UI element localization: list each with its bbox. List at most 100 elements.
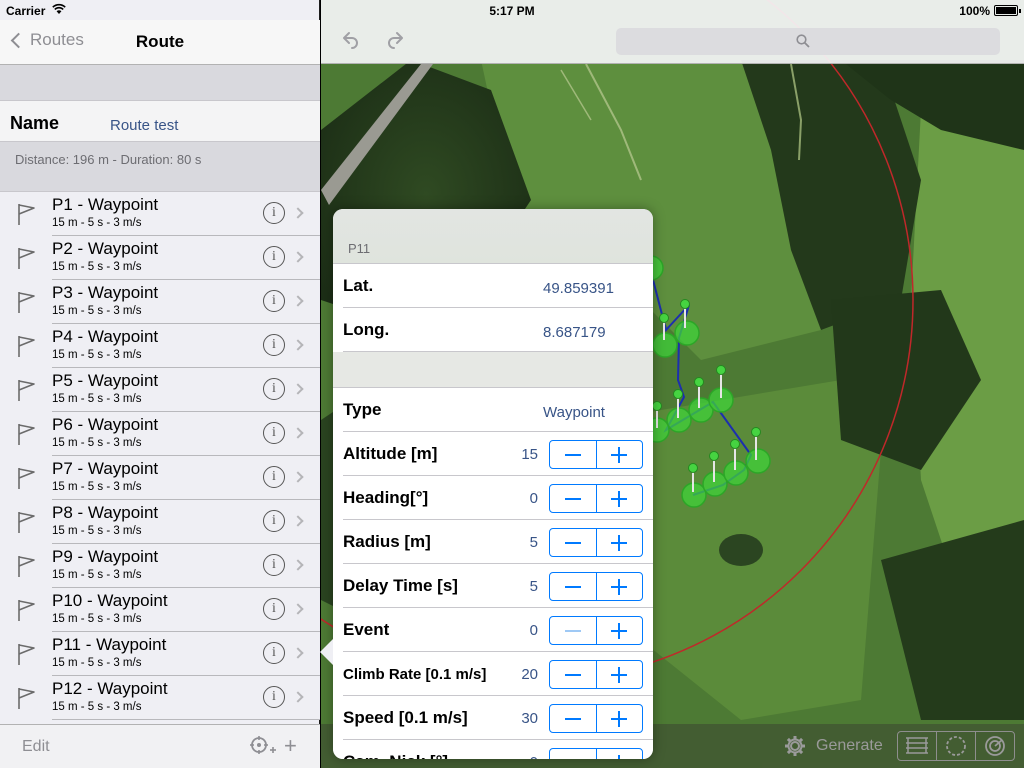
decrement-button[interactable] bbox=[550, 705, 597, 732]
waypoint-title: P1 - Waypoint bbox=[52, 195, 159, 214]
chevron-right-icon bbox=[292, 339, 304, 351]
increment-button[interactable] bbox=[597, 529, 643, 556]
waypoint-detail-popover: P11 Lat. 49.859391 Long. 8.687179 Type W… bbox=[333, 209, 653, 759]
flag-icon bbox=[18, 248, 35, 269]
chevron-right-icon bbox=[292, 427, 304, 439]
value-stepper[interactable] bbox=[549, 704, 643, 733]
longitude-row[interactable]: Long. 8.687179 bbox=[333, 308, 653, 352]
parameter-row: Climb Rate [0.1 m/s] 20 bbox=[333, 652, 653, 696]
value-stepper[interactable] bbox=[549, 440, 643, 469]
increment-button[interactable] bbox=[597, 705, 643, 732]
value-stepper[interactable] bbox=[549, 660, 643, 689]
waypoint-list-item[interactable]: P1 - Waypoint 15 m - 5 s - 3 m/s i bbox=[0, 192, 320, 236]
decrement-button[interactable] bbox=[550, 617, 597, 644]
value-stepper[interactable] bbox=[549, 616, 643, 645]
info-icon[interactable]: i bbox=[263, 202, 285, 224]
info-icon[interactable]: i bbox=[263, 378, 285, 400]
generate-button[interactable]: Generate bbox=[816, 737, 883, 755]
type-row[interactable]: Type Waypoint bbox=[333, 388, 653, 432]
waypoint-list-item[interactable]: P4 - Waypoint 15 m - 5 s - 3 m/s i bbox=[0, 324, 320, 368]
info-icon[interactable]: i bbox=[263, 290, 285, 312]
redo-icon[interactable] bbox=[387, 31, 407, 49]
seg-spiral[interactable] bbox=[976, 732, 1014, 760]
route-summary: Distance: 196 m - Duration: 80 s bbox=[0, 142, 320, 192]
page-title: Route bbox=[135, 32, 185, 51]
decrement-button[interactable] bbox=[550, 485, 597, 512]
gear-icon[interactable] bbox=[784, 735, 806, 757]
longitude-value[interactable]: 8.687179 bbox=[543, 324, 606, 341]
waypoint-title: P8 - Waypoint bbox=[52, 503, 159, 522]
map-mode-segmented-control[interactable] bbox=[897, 731, 1015, 761]
decrement-button[interactable] bbox=[550, 573, 597, 600]
value-stepper[interactable] bbox=[549, 572, 643, 601]
latitude-row[interactable]: Lat. 49.859391 bbox=[333, 264, 653, 308]
waypoint-subtitle: 15 m - 5 s - 3 m/s bbox=[52, 481, 142, 493]
waypoint-title: P9 - Waypoint bbox=[52, 547, 159, 566]
waypoint-list[interactable]: P1 - Waypoint 15 m - 5 s - 3 m/s i P2 - Way… bbox=[0, 192, 320, 724]
info-icon[interactable]: i bbox=[263, 422, 285, 444]
route-master-panel: Routes Route Name Route test Distance: 1… bbox=[0, 0, 320, 768]
seg-grid[interactable] bbox=[898, 732, 937, 760]
waypoint-list-item[interactable]: P8 - Waypoint 15 m - 5 s - 3 m/s i bbox=[0, 500, 320, 544]
waypoint-subtitle: 15 m - 5 s - 3 m/s bbox=[52, 261, 142, 273]
waypoint-list-item[interactable]: P3 - Waypoint 15 m - 5 s - 3 m/s i bbox=[0, 280, 320, 324]
type-value[interactable]: Waypoint bbox=[543, 404, 605, 421]
info-icon[interactable]: i bbox=[263, 334, 285, 356]
info-icon[interactable]: i bbox=[263, 642, 285, 664]
waypoint-list-item[interactable]: P2 - Waypoint 15 m - 5 s - 3 m/s i bbox=[0, 236, 320, 280]
info-icon[interactable]: i bbox=[263, 598, 285, 620]
decrement-button[interactable] bbox=[550, 441, 597, 468]
chevron-right-icon bbox=[292, 647, 304, 659]
increment-button[interactable] bbox=[597, 573, 643, 600]
increment-button[interactable] bbox=[597, 617, 643, 644]
waypoint-subtitle: 15 m - 5 s - 3 m/s bbox=[52, 217, 142, 229]
increment-button[interactable] bbox=[597, 661, 643, 688]
spiral-pattern-icon bbox=[985, 736, 1005, 756]
decrement-button[interactable] bbox=[550, 749, 597, 759]
value-stepper[interactable] bbox=[549, 484, 643, 513]
waypoint-list-item[interactable]: P12 - Waypoint 15 m - 5 s - 3 m/s i bbox=[0, 676, 320, 720]
add-waypoint-icon[interactable] bbox=[250, 736, 276, 756]
parameter-value: 5 bbox=[529, 534, 538, 551]
info-icon[interactable]: i bbox=[263, 554, 285, 576]
waypoint-title: P11 - Waypoint bbox=[52, 635, 167, 654]
waypoint-list-item[interactable]: P6 - Waypoint 15 m - 5 s - 3 m/s i bbox=[0, 412, 320, 456]
name-label: Name bbox=[10, 113, 60, 133]
waypoint-list-item[interactable]: P5 - Waypoint 15 m - 5 s - 3 m/s i bbox=[0, 368, 320, 412]
edit-button[interactable]: Edit bbox=[22, 738, 50, 756]
parameter-row: Altitude [m] 15 bbox=[333, 432, 653, 476]
flag-icon bbox=[18, 424, 35, 445]
increment-button[interactable] bbox=[597, 441, 643, 468]
seg-circle[interactable] bbox=[937, 732, 976, 760]
flag-icon bbox=[18, 204, 35, 225]
waypoint-list-item[interactable]: P11 - Waypoint 15 m - 5 s - 3 m/s i bbox=[0, 632, 320, 676]
parameter-row: Delay Time [s] 5 bbox=[333, 564, 653, 608]
undo-icon[interactable] bbox=[339, 31, 359, 49]
flag-icon bbox=[18, 556, 35, 577]
battery-percent: 100% bbox=[959, 4, 990, 18]
add-icon[interactable]: + bbox=[284, 735, 297, 757]
decrement-button[interactable] bbox=[550, 661, 597, 688]
value-stepper[interactable] bbox=[549, 528, 643, 557]
info-icon[interactable]: i bbox=[263, 466, 285, 488]
info-icon[interactable]: i bbox=[263, 246, 285, 268]
increment-button[interactable] bbox=[597, 749, 643, 759]
waypoint-list-item[interactable]: P10 - Waypoint 15 m - 5 s - 3 m/s i bbox=[0, 588, 320, 632]
flag-icon bbox=[18, 600, 35, 621]
info-icon[interactable]: i bbox=[263, 686, 285, 708]
latitude-value[interactable]: 49.859391 bbox=[543, 280, 614, 297]
chevron-right-icon bbox=[292, 559, 304, 571]
increment-button[interactable] bbox=[597, 485, 643, 512]
popover-arrow bbox=[320, 639, 333, 665]
waypoint-title: P12 - Waypoint bbox=[52, 679, 168, 698]
waypoint-list-item[interactable]: P7 - Waypoint 15 m - 5 s - 3 m/s i bbox=[0, 456, 320, 500]
list-toolbar: Edit + bbox=[0, 724, 320, 768]
waypoint-list-item[interactable]: P9 - Waypoint 15 m - 5 s - 3 m/s i bbox=[0, 544, 320, 588]
route-name-row[interactable]: Name Route test bbox=[0, 100, 320, 142]
decrement-button[interactable] bbox=[550, 529, 597, 556]
parameter-value: 20 bbox=[521, 666, 538, 683]
route-name-value[interactable]: Route test bbox=[110, 117, 178, 134]
info-icon[interactable]: i bbox=[263, 510, 285, 532]
value-stepper[interactable] bbox=[549, 748, 643, 759]
search-input[interactable] bbox=[616, 28, 1000, 55]
